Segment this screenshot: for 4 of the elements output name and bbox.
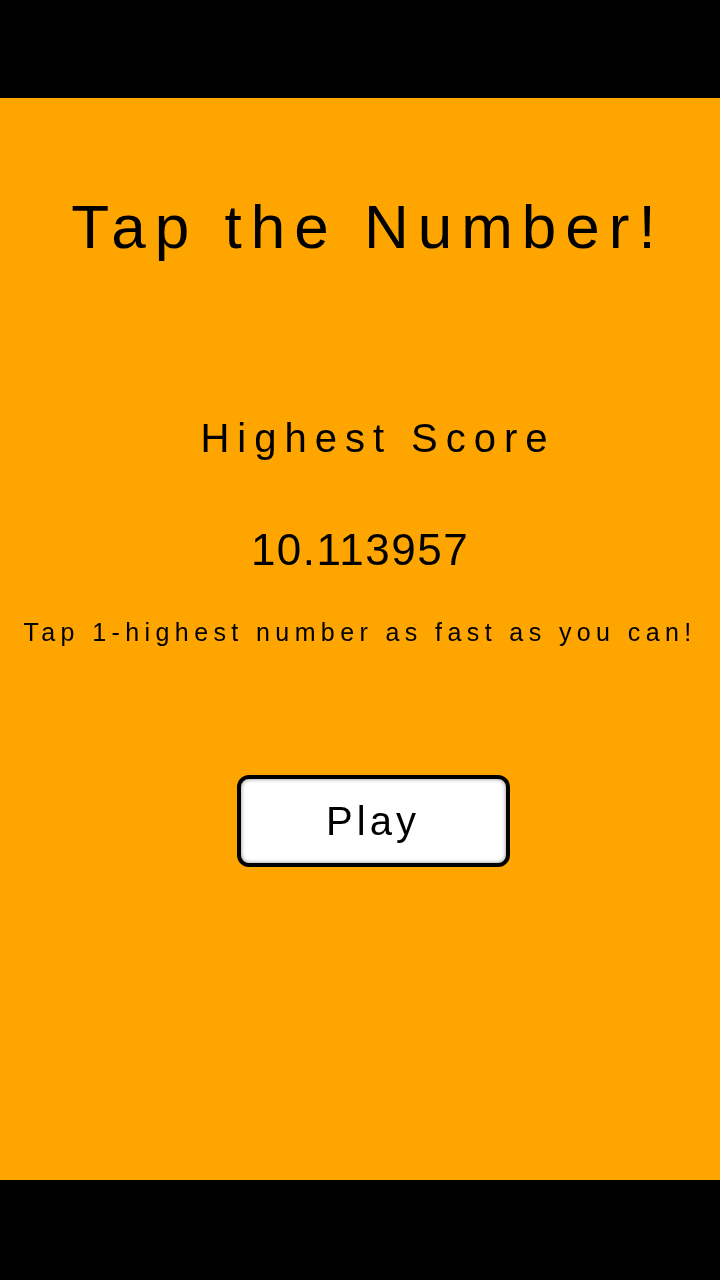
- play-button[interactable]: Play: [236, 775, 510, 867]
- highest-score-value: 10.113957: [250, 528, 470, 572]
- instructions-text: Tap 1-highest number as fast as you can!: [23, 620, 697, 645]
- highest-score-label: Highest Score: [200, 418, 556, 458]
